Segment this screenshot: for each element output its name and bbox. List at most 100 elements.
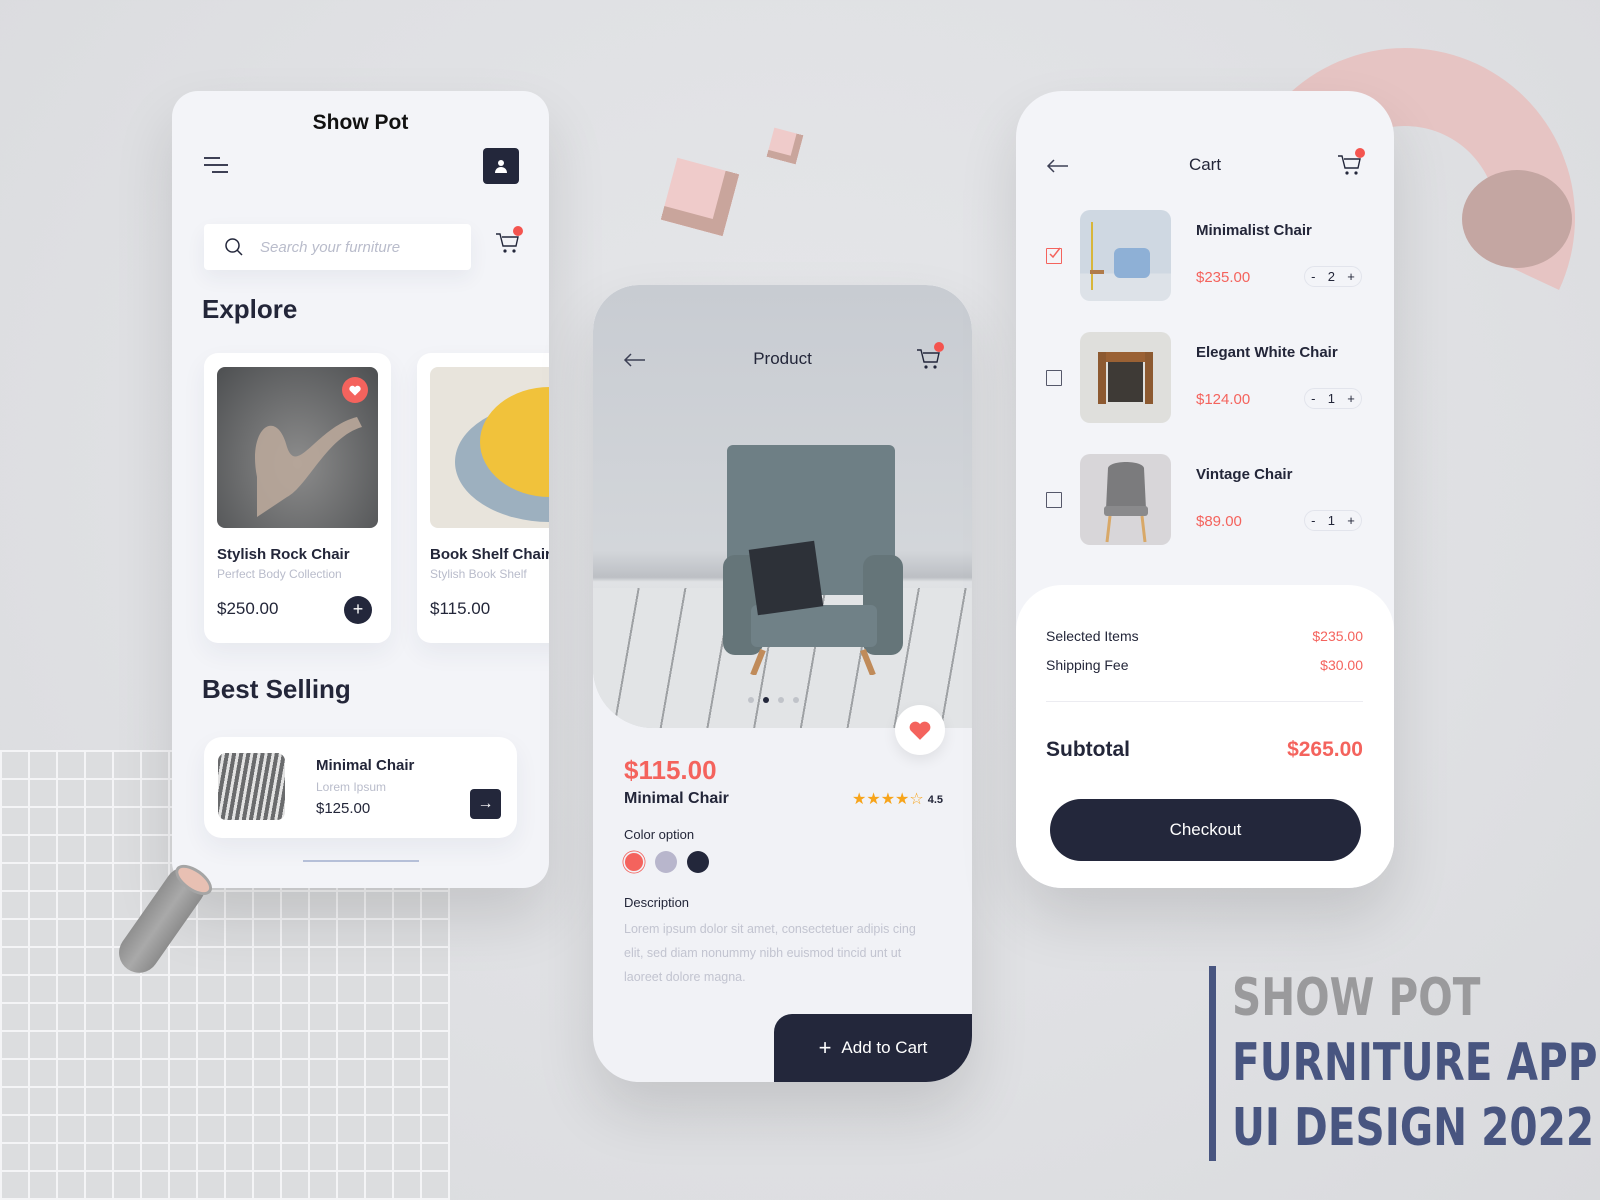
explore-card[interactable]: Stylish Rock Chair Perfect Body Collecti… [204, 353, 391, 643]
item-checkbox[interactable] [1046, 370, 1062, 386]
profile-button[interactable] [483, 148, 519, 184]
product-price: $124.00 [1196, 391, 1251, 408]
menu-icon[interactable] [204, 157, 228, 175]
cart-item: Elegant White Chair $124.00 - 1 + [1016, 332, 1394, 424]
increase-button[interactable]: + [1347, 391, 1355, 406]
product-name: Vintage Chair [1196, 466, 1293, 483]
quantity-stepper[interactable]: - 1 + [1304, 388, 1362, 409]
product-subtitle: Perfect Body Collection [217, 567, 342, 581]
search-bar[interactable] [204, 224, 471, 270]
product-name: Stylish Rock Chair [217, 546, 350, 563]
explore-card[interactable]: Book Shelf Chair Stylish Book Shelf $115… [417, 353, 549, 643]
subtotal-label: Subtotal [1046, 738, 1130, 761]
best-selling-heading: Best Selling [202, 674, 351, 704]
branding-title: SHOW POT FURNITURE APP UI DESIGN 2022 [1209, 966, 1600, 1161]
product-price: $235.00 [1196, 269, 1251, 286]
cart-item: Minimalist Chair $235.00 - 2 + [1016, 210, 1394, 302]
product-price: $125.00 [316, 800, 371, 817]
cube-decoration [660, 157, 740, 237]
torus-end-decoration [1462, 170, 1572, 268]
product-image [217, 367, 378, 528]
favorite-button[interactable] [895, 705, 945, 755]
product-image [430, 367, 549, 528]
star-icon: ★ [880, 791, 896, 808]
divider [1046, 701, 1363, 702]
checkout-button[interactable]: Checkout [1050, 799, 1361, 861]
pager-dot[interactable] [778, 697, 784, 703]
item-checkbox[interactable] [1046, 247, 1062, 264]
quantity-stepper[interactable]: - 2 + [1304, 266, 1362, 287]
quantity-value: 2 [1327, 269, 1335, 284]
color-swatch[interactable] [624, 852, 644, 872]
rating: ★ ★ ★ ★ ☆ 4.5 [852, 792, 943, 808]
product-name: Elegant White Chair [1196, 344, 1338, 361]
cart-button[interactable] [1336, 148, 1365, 179]
increase-button[interactable]: + [1347, 513, 1355, 528]
heart-icon [909, 721, 931, 740]
arrow-right-button[interactable]: → [470, 789, 501, 819]
pager-dot[interactable] [793, 697, 799, 703]
product-subtitle: Stylish Book Shelf [430, 567, 527, 581]
add-button[interactable]: + [344, 596, 372, 624]
item-checkbox[interactable] [1046, 492, 1062, 508]
order-summary: Selected Items $235.00 Shipping Fee $30.… [1016, 585, 1394, 888]
cart-notification-dot [1355, 148, 1365, 158]
subtotal-row: Subtotal $265.00 [1046, 738, 1363, 762]
product-image [1080, 454, 1171, 545]
product-price: $89.00 [1196, 513, 1242, 530]
search-icon [225, 238, 243, 256]
user-icon [495, 160, 507, 173]
cart-button[interactable] [915, 342, 944, 373]
cart-notification-dot [513, 226, 523, 236]
decrease-button[interactable]: - [1311, 269, 1315, 284]
cart-notification-dot [934, 342, 944, 352]
star-icon: ★ [866, 791, 881, 808]
shipping-fee-row: Shipping Fee $30.00 [1046, 657, 1363, 673]
armchair-image [723, 445, 903, 675]
product-price: $250.00 [217, 599, 279, 618]
home-indicator [303, 860, 419, 862]
image-pager[interactable] [748, 697, 799, 703]
product-image [218, 753, 285, 820]
description-text: Lorem ipsum dolor sit amet, consectetuer… [624, 922, 916, 984]
add-to-cart-label: Add to Cart [841, 1038, 928, 1057]
cart-button[interactable] [494, 226, 523, 257]
decrease-button[interactable]: - [1311, 391, 1315, 406]
product-price: $115.00 [624, 755, 717, 785]
color-swatch[interactable] [687, 851, 709, 873]
star-empty-icon: ☆ [909, 791, 924, 808]
decrease-button[interactable]: - [1311, 513, 1315, 528]
description-label: Description [624, 895, 690, 910]
best-selling-item[interactable]: Minimal Chair Lorem Ipsum $125.00 → [204, 737, 517, 838]
pager-dot[interactable] [763, 697, 769, 703]
increase-button[interactable]: + [1347, 269, 1355, 284]
heart-icon [349, 385, 361, 396]
explore-heading: Explore [202, 294, 298, 324]
selected-items-row: Selected Items $235.00 [1046, 628, 1363, 644]
selected-items-label: Selected Items [1046, 628, 1139, 644]
star-icon: ★ [895, 791, 910, 808]
subtotal-value: $265.00 [1287, 738, 1363, 761]
add-to-cart-button[interactable]: + Add to Cart [774, 1014, 972, 1082]
product-name: Book Shelf Chair [430, 546, 549, 563]
home-screen: Show Pot Explore Stylish Rock Chair Perf… [172, 91, 549, 888]
search-input[interactable] [260, 238, 450, 256]
product-name: Minimal Chair [624, 790, 729, 807]
quantity-stepper[interactable]: - 1 + [1304, 510, 1362, 531]
star-icon: ★ [852, 791, 867, 808]
favorite-button[interactable] [342, 377, 368, 403]
shipping-fee-value: $30.00 [1320, 657, 1363, 673]
pager-dot[interactable] [748, 697, 754, 703]
check-icon [1049, 247, 1061, 259]
color-options [623, 851, 709, 873]
cart-item: Vintage Chair $89.00 - 1 + [1016, 454, 1394, 546]
brand-line-2: FURNITURE APP [1232, 1033, 1598, 1093]
shipping-fee-label: Shipping Fee [1046, 657, 1129, 673]
brand-line-1: SHOW POT [1232, 968, 1481, 1028]
rating-value: 4.5 [927, 794, 944, 806]
color-swatch[interactable] [655, 851, 677, 873]
app-title: Show Pot [312, 111, 409, 134]
selected-items-value: $235.00 [1312, 628, 1363, 644]
plus-icon: + [818, 1035, 832, 1060]
quantity-value: 1 [1327, 391, 1335, 406]
